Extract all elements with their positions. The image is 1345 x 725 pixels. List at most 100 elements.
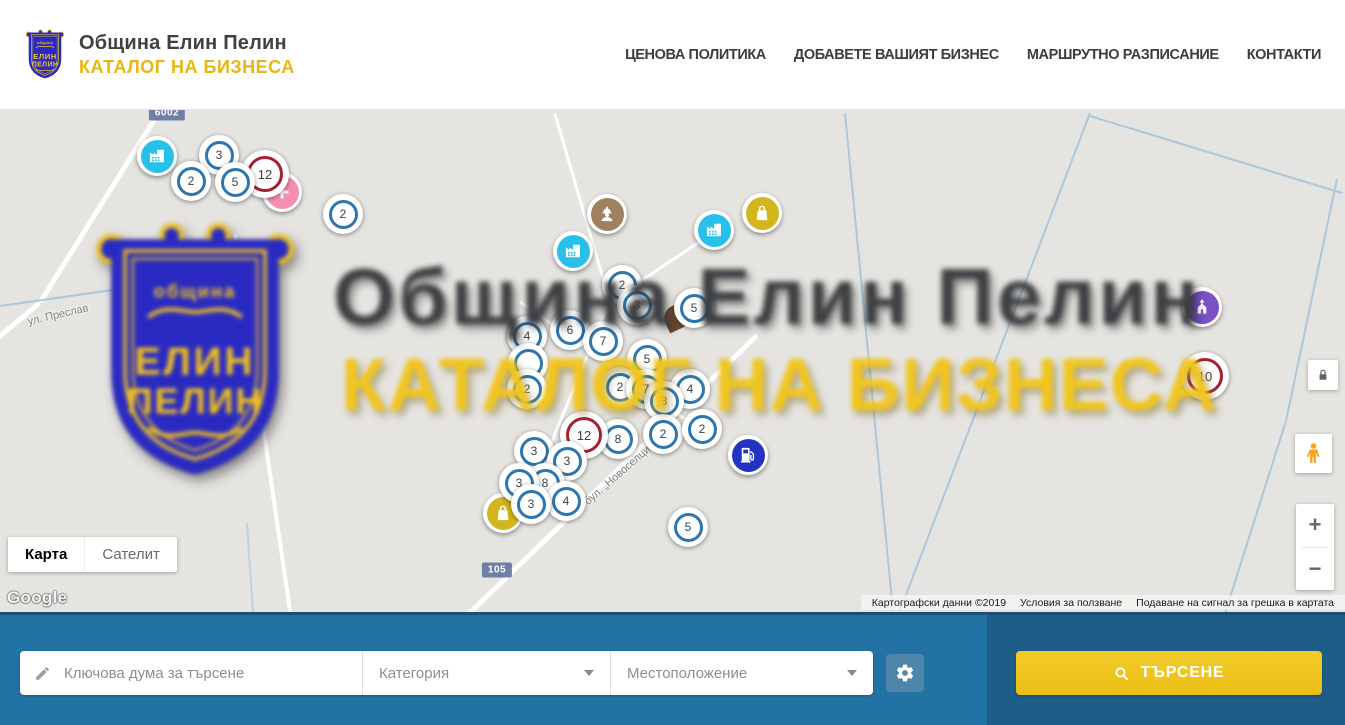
cluster-count: 3 <box>528 497 535 511</box>
cluster-count: 2 <box>699 422 706 436</box>
search-icon <box>1113 665 1130 682</box>
map-road-line <box>0 288 120 307</box>
map-road-line <box>1224 421 1287 612</box>
nav-item[interactable]: КОНТАКТИ <box>1247 47 1321 63</box>
factory-icon <box>698 214 731 247</box>
chevron-down-icon <box>847 670 857 676</box>
cluster-marker[interactable]: 2 <box>507 369 547 409</box>
watermark-subtitle: КАТАЛОГ НА БИЗНЕСА <box>341 348 1218 422</box>
attribution-link[interactable]: Подаване на сигнал за грешка в картата <box>1129 597 1341 609</box>
map-attribution: Картографски данни ©2019Условия за ползв… <box>861 595 1345 610</box>
pin-factory-marker[interactable] <box>553 231 593 271</box>
cluster-count: 4 <box>524 329 531 343</box>
map-canvas[interactable]: ул. Преславбул. „Новоселцици“60021051232… <box>0 110 1345 612</box>
map-road-line <box>844 113 894 611</box>
cluster-marker[interactable]: 5 <box>668 507 708 547</box>
cluster-marker[interactable]: 2 <box>682 409 722 449</box>
map-road-line <box>246 523 254 612</box>
google-logo[interactable]: Google <box>7 588 67 608</box>
watermark-title: Община Елин Пелин <box>333 257 1202 337</box>
advanced-search-button[interactable] <box>886 654 924 692</box>
map-type-control: Карта Сателит <box>8 537 177 572</box>
street-view-pegman[interactable] <box>1295 434 1332 473</box>
cluster-count: 10 <box>1198 369 1212 384</box>
cluster-count: 7 <box>600 334 607 348</box>
nav-item[interactable]: МАРШРУТНО РАЗПИСАНИЕ <box>1027 47 1219 63</box>
search-button[interactable]: ТЪРСЕНЕ <box>1016 651 1322 695</box>
gear-icon <box>895 663 915 683</box>
cluster-marker[interactable]: 2 <box>643 414 683 454</box>
svg-text:ЕЛИН: ЕЛИН <box>135 340 256 383</box>
pin-factory-marker[interactable] <box>694 210 734 250</box>
cluster-count: 5 <box>685 520 692 534</box>
attribution-text: Картографски данни ©2019 <box>865 597 1013 609</box>
pin-factory-marker[interactable] <box>137 136 177 176</box>
category-select[interactable]: Категория <box>362 651 610 695</box>
cluster-marker[interactable]: 3 <box>511 484 551 524</box>
cluster-count: 8 <box>615 432 622 446</box>
category-select-label: Категория <box>379 665 449 682</box>
keyword-input[interactable] <box>62 664 348 683</box>
svg-text:ПЕЛИН: ПЕЛИН <box>127 380 264 421</box>
cluster-count: 2 <box>660 427 667 441</box>
cluster-count: 2 <box>340 207 347 221</box>
cluster-count: 12 <box>258 167 272 182</box>
map-road-line <box>1090 115 1343 194</box>
road-shield-label: 105 <box>482 563 512 578</box>
brand-subtitle: КАТАЛОГ НА БИЗНЕСА <box>79 57 295 78</box>
factory-icon <box>141 140 174 173</box>
svg-text:ПЕЛИН: ПЕЛИН <box>32 61 59 68</box>
svg-text:община: община <box>154 281 237 302</box>
pegman-icon <box>1301 441 1326 466</box>
cluster-count: 2 <box>617 380 624 394</box>
map-road-line <box>899 113 1091 612</box>
main-nav: ЦЕНОВА ПОЛИТИКА ДОБАВЕТЕ ВАШИЯТ БИЗНЕС МАР… <box>625 47 1321 63</box>
satellite-view-button[interactable]: Сателит <box>84 537 177 572</box>
zoom-out-button[interactable]: − <box>1296 548 1334 591</box>
cluster-count: 5 <box>691 301 698 315</box>
nav-item[interactable]: ДОБАВЕТЕ ВАШИЯТ БИЗНЕС <box>794 47 999 63</box>
nav-item[interactable]: ЦЕНОВА ПОЛИТИКА <box>625 47 766 63</box>
church-icon <box>1186 291 1219 324</box>
cluster-marker[interactable]: 4 <box>546 481 586 521</box>
zoom-control: + − <box>1296 504 1334 590</box>
bag-icon <box>746 197 779 230</box>
cluster-count: 3 <box>564 454 571 468</box>
cluster-marker[interactable]: 2 <box>323 194 363 234</box>
svg-text:община: община <box>37 40 54 44</box>
zoom-in-button[interactable]: + <box>1296 504 1334 547</box>
cluster-count: 4 <box>687 382 694 396</box>
brand-title: Община Елин Пелин <box>79 32 295 55</box>
municipality-crest-icon: община ЕЛИН ПЕЛИН <box>24 28 66 82</box>
worker-icon <box>591 198 624 231</box>
fuel-icon <box>732 439 765 472</box>
search-bar: Категория Местоположение ТЪРСЕНЕ <box>0 612 1345 725</box>
attribution-link[interactable]: Условия за ползване <box>1013 597 1129 609</box>
cluster-count: 5 <box>232 175 239 189</box>
cluster-count: 8 <box>661 394 668 408</box>
search-button-label: ТЪРСЕНЕ <box>1140 664 1224 682</box>
cluster-marker[interactable]: 5 <box>674 288 714 328</box>
keyword-field <box>20 651 362 695</box>
cluster-count: 3 <box>531 444 538 458</box>
lock-control[interactable] <box>1308 360 1338 390</box>
pin-bag-marker[interactable] <box>742 193 782 233</box>
cluster-count: 2 <box>524 382 531 396</box>
header: община ЕЛИН ПЕЛИН Община Елин Пелин КАТА… <box>0 0 1345 110</box>
cluster-marker[interactable]: 3 <box>617 285 657 325</box>
cluster-marker[interactable]: 2 <box>171 161 211 201</box>
page: община ЕЛИН ПЕЛИН Община Елин Пелин КАТА… <box>0 0 1345 725</box>
map-view-button[interactable]: Карта <box>8 537 84 572</box>
cluster-count: 12 <box>577 428 591 443</box>
location-select[interactable]: Местоположение <box>610 651 873 695</box>
search-box: Категория Местоположение <box>20 651 873 695</box>
pin-fuel-marker[interactable] <box>728 435 768 475</box>
cluster-marker[interactable]: 5 <box>215 162 255 202</box>
pin-worker-marker[interactable] <box>587 194 627 234</box>
cluster-count: 6 <box>567 323 574 337</box>
cluster-marker[interactable]: 10 <box>1181 352 1229 400</box>
pin-church-marker[interactable] <box>1182 287 1222 327</box>
brand-logo[interactable]: община ЕЛИН ПЕЛИН Община Елин Пелин КАТА… <box>24 28 295 82</box>
cluster-marker[interactable]: 7 <box>583 321 623 361</box>
cluster-count: 3 <box>216 148 223 162</box>
